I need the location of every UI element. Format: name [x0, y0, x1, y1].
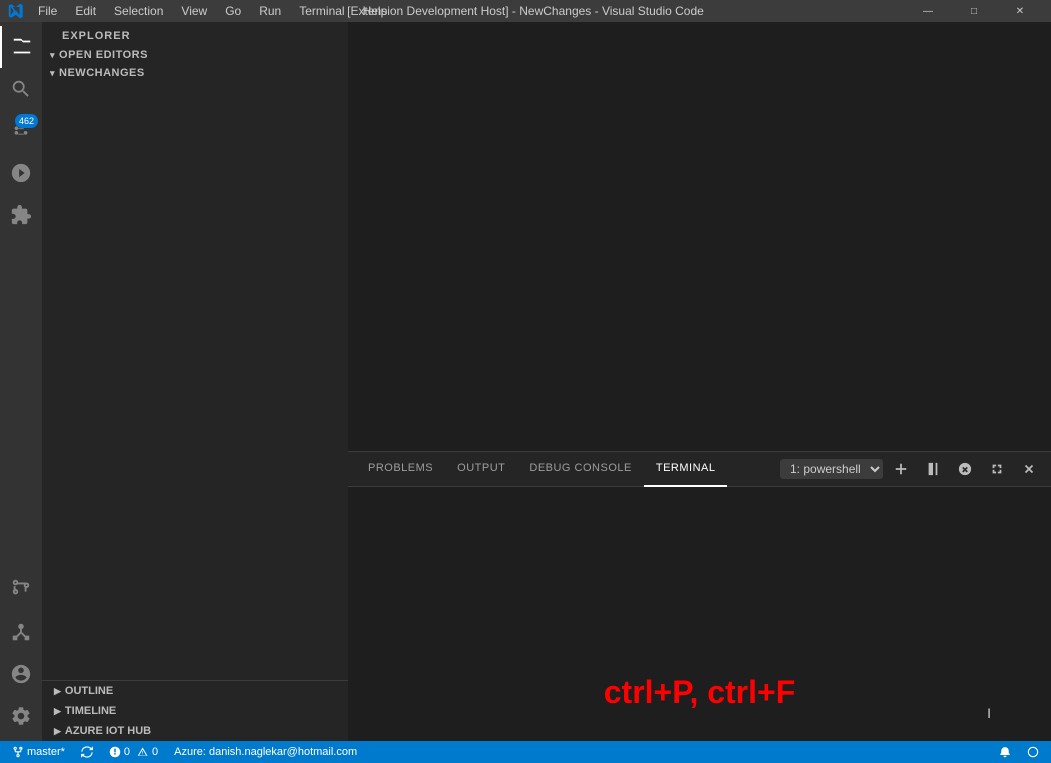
sync-icon	[81, 746, 93, 758]
editor-content	[348, 22, 1051, 451]
open-editors-header[interactable]: ▾ OPEN EDITORS	[42, 46, 348, 64]
activity-explorer[interactable]	[0, 26, 42, 68]
tab-debug-console[interactable]: DEBUG CONSOLE	[517, 452, 643, 487]
activity-account[interactable]	[0, 653, 42, 695]
menu-terminal[interactable]: Terminal	[291, 2, 352, 20]
newchanges-label: NEWCHANGES	[59, 67, 145, 79]
timeline-label: TIMELINE	[65, 705, 116, 717]
bell-icon	[999, 746, 1011, 758]
tab-output[interactable]: OUTPUT	[445, 452, 517, 487]
terminal-selector[interactable]: 1: powershell	[780, 459, 883, 479]
title-bar: File Edit Selection View Go Run Terminal…	[0, 0, 1051, 22]
status-bar: master* 0 0 Azure: danish.naglekar@hotma…	[0, 741, 1051, 763]
menu-selection[interactable]: Selection	[106, 2, 171, 20]
vscode-logo-icon	[8, 3, 24, 19]
tab-problems[interactable]: PROBLEMS	[356, 452, 445, 487]
remote-status-item[interactable]	[1023, 741, 1043, 763]
window-controls: — □ ✕	[905, 0, 1043, 22]
status-bar-left: master* 0 0 Azure: danish.naglekar@hotma…	[8, 741, 361, 763]
editor-area: PROBLEMS OUTPUT DEBUG CONSOLE TERMINAL 1…	[348, 22, 1051, 741]
panel-tabs: PROBLEMS OUTPUT DEBUG CONSOLE TERMINAL 1…	[348, 452, 1051, 487]
menu-edit[interactable]: Edit	[67, 2, 104, 20]
remote-icon	[1027, 746, 1039, 758]
source-control-badge: 462	[15, 114, 38, 128]
kill-terminal-button[interactable]	[951, 455, 979, 483]
split-terminal-button[interactable]	[919, 455, 947, 483]
menu-run[interactable]: Run	[251, 2, 289, 20]
outline-label: OUTLINE	[65, 685, 113, 697]
branch-icon	[12, 746, 24, 758]
open-editors-chevron-icon: ▾	[50, 50, 55, 61]
sidebar: Explorer ▾ OPEN EDITORS ▾ NEWCHANGES ▶ O…	[42, 22, 348, 741]
terminal-cursor-icon: I	[987, 705, 991, 721]
activity-bar-bottom	[0, 567, 42, 741]
panel-body: ctrl+P, ctrl+F I	[348, 487, 1051, 741]
timeline-section[interactable]: ▶ TIMELINE	[42, 701, 348, 721]
newchanges-section: ▾ NEWCHANGES	[42, 64, 348, 82]
close-panel-button[interactable]	[1015, 455, 1043, 483]
branch-name: master*	[27, 746, 65, 758]
open-editors-section: ▾ OPEN EDITORS	[42, 46, 348, 64]
error-icon	[109, 746, 121, 758]
activity-extensions[interactable]	[0, 194, 42, 236]
main-container: 462 Ex	[0, 22, 1051, 741]
menu-file[interactable]: File	[30, 2, 65, 20]
menu-go[interactable]: Go	[217, 2, 249, 20]
outline-chevron-icon: ▶	[54, 686, 61, 697]
activity-source-control[interactable]: 462	[0, 110, 42, 152]
newchanges-chevron-icon: ▾	[50, 68, 55, 79]
sidebar-bottom: ▶ OUTLINE ▶ TIMELINE ▶ AZURE IOT HUB	[42, 680, 348, 741]
maximize-button[interactable]: □	[951, 0, 997, 22]
tab-terminal[interactable]: TERMINAL	[644, 452, 728, 487]
timeline-chevron-icon: ▶	[54, 706, 61, 717]
warnings-count: 0	[152, 746, 158, 758]
activity-remote[interactable]	[0, 611, 42, 653]
activity-run-debug[interactable]	[0, 152, 42, 194]
outline-section[interactable]: ▶ OUTLINE	[42, 681, 348, 701]
new-terminal-button[interactable]	[887, 455, 915, 483]
azure-iot-chevron-icon: ▶	[54, 726, 61, 737]
branch-status-item[interactable]: master*	[8, 741, 69, 763]
errors-status-item[interactable]: 0 0	[105, 741, 162, 763]
activity-search[interactable]	[0, 68, 42, 110]
azure-status-item[interactable]: Azure: danish.naglekar@hotmail.com	[170, 741, 361, 763]
notifications-status-item[interactable]	[995, 741, 1015, 763]
status-bar-right	[995, 741, 1043, 763]
activity-settings[interactable]	[0, 695, 42, 737]
menu-view[interactable]: View	[173, 2, 215, 20]
close-button[interactable]: ✕	[997, 0, 1043, 22]
azure-info-text: Azure: danish.naglekar@hotmail.com	[174, 746, 357, 758]
sync-status-item[interactable]	[77, 741, 97, 763]
panel-controls: 1: powershell	[780, 455, 1043, 483]
activity-git-pr[interactable]	[0, 567, 42, 609]
minimize-button[interactable]: —	[905, 0, 951, 22]
sidebar-title: Explorer	[42, 22, 348, 46]
panel-maximize-button[interactable]	[983, 455, 1011, 483]
azure-iot-label: AZURE IOT HUB	[65, 725, 151, 737]
window-title: [Extension Development Host] - NewChange…	[347, 4, 704, 18]
panel: PROBLEMS OUTPUT DEBUG CONSOLE TERMINAL 1…	[348, 451, 1051, 741]
newchanges-header[interactable]: ▾ NEWCHANGES	[42, 64, 348, 82]
azure-iot-section[interactable]: ▶ AZURE IOT HUB	[42, 721, 348, 741]
open-editors-label: OPEN EDITORS	[59, 49, 148, 61]
shortcut-display: ctrl+P, ctrl+F	[604, 674, 796, 711]
activity-bar: 462	[0, 22, 42, 741]
menu-bar: File Edit Selection View Go Run Terminal…	[30, 2, 395, 20]
title-bar-left: File Edit Selection View Go Run Terminal…	[8, 2, 395, 20]
warning-icon	[137, 746, 149, 758]
errors-count: 0	[124, 746, 130, 758]
